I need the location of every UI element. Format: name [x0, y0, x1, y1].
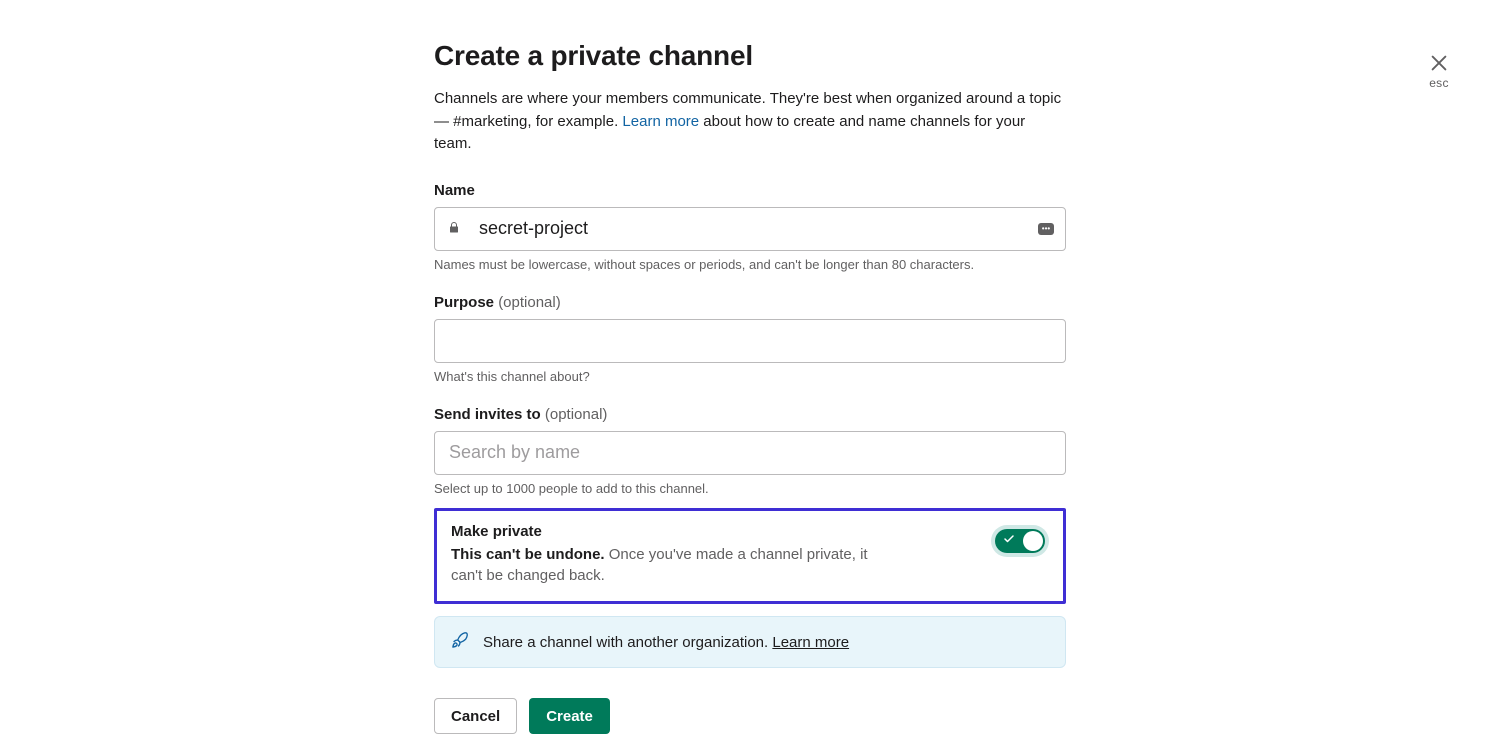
check-icon [1003, 532, 1015, 550]
lock-icon [448, 220, 460, 237]
invites-search-input[interactable] [434, 431, 1066, 475]
rocket-icon [451, 631, 469, 653]
dialog-buttons: Cancel Create [434, 698, 1066, 734]
close-icon [1428, 52, 1450, 74]
make-private-toggle[interactable] [991, 525, 1049, 557]
purpose-input-wrap [434, 319, 1066, 363]
purpose-label-text: Purpose [434, 294, 498, 311]
share-banner-text: Share a channel with another organizatio… [483, 634, 849, 651]
close-button[interactable]: esc [1428, 52, 1450, 90]
make-private-description: This can't be undone. Once you've made a… [451, 544, 871, 588]
create-channel-dialog: Create a private channel Channels are wh… [434, 40, 1066, 734]
purpose-optional: (optional) [498, 294, 561, 311]
invites-optional: (optional) [545, 406, 608, 423]
cancel-button[interactable]: Cancel [434, 698, 517, 734]
purpose-input[interactable] [434, 319, 1066, 363]
make-private-title: Make private [451, 523, 871, 540]
share-text: Share a channel with another organizatio… [483, 634, 772, 651]
channel-name-input[interactable] [434, 207, 1066, 251]
make-private-text: Make private This can't be undone. Once … [451, 523, 871, 588]
share-channel-banner: Share a channel with another organizatio… [434, 616, 1066, 668]
share-learn-more-link[interactable]: Learn more [772, 634, 849, 651]
purpose-help-text: What's this channel about? [434, 369, 1066, 384]
name-input-wrap: ••• [434, 207, 1066, 251]
create-button[interactable]: Create [529, 698, 610, 734]
make-private-warning-bold: This can't be undone. [451, 546, 605, 563]
invites-label-text: Send invites to [434, 406, 545, 423]
toggle-knob [1023, 531, 1043, 551]
name-help-text: Names must be lowercase, without spaces … [434, 257, 1066, 272]
dialog-subtitle: Channels are where your members communic… [434, 88, 1066, 156]
invites-input-wrap [434, 431, 1066, 475]
name-label: Name [434, 182, 1066, 199]
invites-help-text: Select up to 1000 people to add to this … [434, 481, 1066, 496]
learn-more-link[interactable]: Learn more [622, 113, 699, 130]
char-indicator-icon: ••• [1038, 223, 1054, 235]
esc-label: esc [1429, 76, 1449, 90]
make-private-section: Make private This can't be undone. Once … [434, 508, 1066, 605]
purpose-label: Purpose (optional) [434, 294, 1066, 311]
dialog-title: Create a private channel [434, 40, 1066, 72]
invites-label: Send invites to (optional) [434, 406, 1066, 423]
